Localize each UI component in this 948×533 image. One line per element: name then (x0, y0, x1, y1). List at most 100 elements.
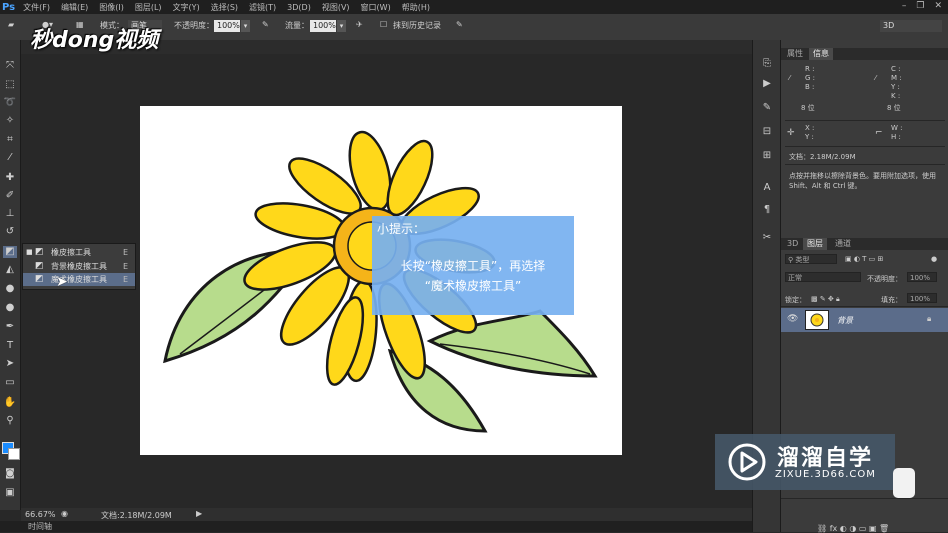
tip-line-1: 长按“橡皮擦工具”，再选择 (400, 259, 546, 273)
lock-label: 锁定： (785, 296, 806, 304)
eraser-preset-icon[interactable]: ▰ (8, 20, 14, 29)
screen-mode-icon[interactable]: ▣ (3, 487, 17, 499)
eraser-tool-flyout: ■ ◩ 橡皮擦工具 E ◩ 背景橡皮擦工具 E ◩ 魔术橡皮擦工具 E (22, 243, 136, 290)
doc-info: 文档:2.18M/2.09M (101, 511, 172, 520)
layer-filter-icons[interactable]: ▣ ◐ T ▭ ⊞ (845, 255, 883, 263)
character-panel-icon[interactable]: A (760, 182, 774, 194)
tab-properties[interactable]: 属性 (783, 48, 807, 60)
zoom-level[interactable]: 66.67% (25, 510, 56, 519)
tab-3d[interactable]: 3D (783, 238, 802, 250)
pressure-opacity-icon[interactable]: ✎ (262, 20, 269, 29)
healing-brush-tool-icon[interactable]: ✚ (3, 172, 17, 184)
watermark-brand: 溜溜自学 (777, 446, 874, 471)
background-eraser-icon: ◩ (35, 261, 44, 271)
background-color-swatch[interactable] (8, 448, 20, 460)
marquee-tool-icon[interactable]: ⬚ (3, 79, 17, 91)
move-tool-icon[interactable]: ⤧ (3, 60, 17, 72)
layer-filter-select[interactable]: ⚲ 类型 (785, 254, 837, 264)
flyout-item-background-eraser[interactable]: ◩ 背景橡皮擦工具 E (23, 260, 135, 273)
eyedropper-icon: ⁄ (789, 74, 791, 82)
window-controls: – ❐ ✕ (902, 1, 942, 11)
layer-row-background[interactable]: 👁︎ 背景 🔒︎ (781, 308, 948, 332)
zoom-tool-icon[interactable]: ⚲ (3, 415, 17, 427)
menu-file[interactable]: 文件(F) (23, 2, 50, 13)
blend-mode-select[interactable]: 正常 (785, 272, 861, 282)
flow-input[interactable]: 100% (310, 20, 336, 32)
minimize-icon[interactable]: – (902, 1, 907, 11)
dodge-tool-icon[interactable]: ● (3, 302, 17, 314)
close-icon[interactable]: ✕ (934, 1, 942, 11)
crop-tool-icon[interactable]: ⌗ (3, 134, 17, 146)
flow-dropdown-icon[interactable]: ▾ (337, 20, 346, 32)
path-selection-tool-icon[interactable]: ➤ (3, 358, 17, 370)
lasso-tool-icon[interactable]: ➰ (3, 97, 17, 109)
gradient-tool-icon[interactable]: ◭ (3, 264, 17, 276)
status-options-icon[interactable]: ◉ (61, 509, 68, 518)
menu-bar: Ps 文件(F) 编辑(E) 图像(I) 图层(L) 文字(Y) 选择(S) 滤… (0, 0, 948, 14)
blur-tool-icon[interactable]: ● (3, 283, 17, 295)
menu-layer[interactable]: 图层(L) (135, 2, 162, 13)
current-tool-dot-icon: ■ (26, 248, 33, 256)
workspace-select[interactable]: 3D (880, 20, 942, 32)
flyout-item-magic-eraser[interactable]: ◩ 魔术橡皮擦工具 E (23, 273, 135, 286)
info-tool-hint: 点按并拖移以擦除背景色。要用附加选项，使用 Shift、Alt 和 Ctrl 键… (789, 172, 936, 190)
eyedropper-tool-icon[interactable]: ⁄ (3, 152, 17, 164)
opacity-input[interactable]: 100% (214, 20, 240, 32)
pressure-size-icon[interactable]: ✎ (456, 20, 463, 29)
tab-layers[interactable]: 图层 (803, 238, 827, 250)
history-brush-tool-icon[interactable]: ↺ (3, 226, 17, 238)
bit-depth-right: 8 位 (887, 104, 901, 112)
tab-info[interactable]: 信息 (809, 48, 833, 60)
flyout-item-eraser[interactable]: ■ ◩ 橡皮擦工具 E (23, 246, 135, 259)
airbrush-icon[interactable]: ✈ (356, 20, 363, 29)
history-panel-icon[interactable]: ⎘ (760, 58, 774, 70)
tools-panel-icon[interactable]: ✂ (760, 232, 774, 244)
chat-bubble-icon (893, 468, 915, 498)
pen-tool-icon[interactable]: ✒ (3, 321, 17, 333)
opacity-dropdown-icon[interactable]: ▾ (241, 20, 250, 32)
info-panel-tabs: 属性 信息 (781, 48, 948, 60)
quick-mask-icon[interactable]: ◙ (3, 468, 17, 480)
watermark-url: ZIXUE.3D66.COM (775, 469, 876, 480)
tip-overlay: 小提示： 长按“橡皮擦工具”，再选择 “魔术橡皮擦工具” (372, 216, 574, 315)
timeline-tab[interactable]: 时间轴 (28, 521, 52, 532)
opacity-label: 不透明度： (174, 21, 214, 30)
type-tool-icon[interactable]: T (3, 340, 17, 352)
menu-image[interactable]: 图像(I) (99, 2, 124, 13)
magic-eraser-icon: ◩ (35, 274, 44, 284)
bit-depth-left: 8 位 (801, 104, 815, 112)
erase-history-checkbox[interactable]: ☐ (380, 20, 387, 29)
photoshop-logo: Ps (2, 1, 16, 13)
menu-help[interactable]: 帮助(H) (402, 2, 430, 13)
erase-history-label: 抹到历史记录 (393, 21, 441, 30)
eraser-tool-icon[interactable]: ◩ (3, 246, 17, 258)
clone-stamp-tool-icon[interactable]: ⊥ (3, 208, 17, 220)
lock-options-icons[interactable]: ▩ ✎ ✥ 🔒︎ (811, 295, 840, 304)
layer-visibility-eye-icon[interactable]: 👁︎ (787, 314, 798, 324)
shape-tool-icon[interactable]: ▭ (3, 377, 17, 389)
menu-edit[interactable]: 编辑(E) (61, 2, 88, 13)
hand-tool-icon[interactable]: ✋ (3, 397, 17, 409)
styles-panel-icon[interactable]: ⊞ (760, 150, 774, 162)
magic-wand-tool-icon[interactable]: ✧ (3, 115, 17, 127)
menu-type[interactable]: 文字(Y) (173, 2, 200, 13)
play-logo-icon (728, 443, 766, 481)
brush-tool-icon[interactable]: ✐ (3, 190, 17, 202)
menu-view[interactable]: 视图(V) (322, 2, 350, 13)
filter-toggle-icon[interactable]: ● (931, 255, 937, 263)
layer-opacity-input[interactable]: 100% (907, 272, 937, 282)
status-menu-arrow-icon[interactable]: ▶ (196, 509, 202, 518)
layer-thumbnail (805, 310, 829, 330)
fill-input[interactable]: 100% (907, 293, 937, 303)
menu-3d[interactable]: 3D(D) (287, 3, 311, 12)
paragraph-panel-icon[interactable]: ¶ (760, 204, 774, 216)
layer-lock-icon: 🔒︎ (927, 314, 932, 323)
adjustments-panel-icon[interactable]: ⊟ (760, 126, 774, 138)
tool-presets-icon[interactable]: ✎ (760, 102, 774, 114)
menu-select[interactable]: 选择(S) (211, 2, 238, 13)
menu-filter[interactable]: 滤镜(T) (249, 2, 276, 13)
actions-panel-icon[interactable]: ▶ (760, 78, 774, 90)
menu-window[interactable]: 窗口(W) (361, 2, 391, 13)
tab-channels[interactable]: 通道 (831, 238, 855, 250)
restore-icon[interactable]: ❐ (916, 1, 924, 11)
